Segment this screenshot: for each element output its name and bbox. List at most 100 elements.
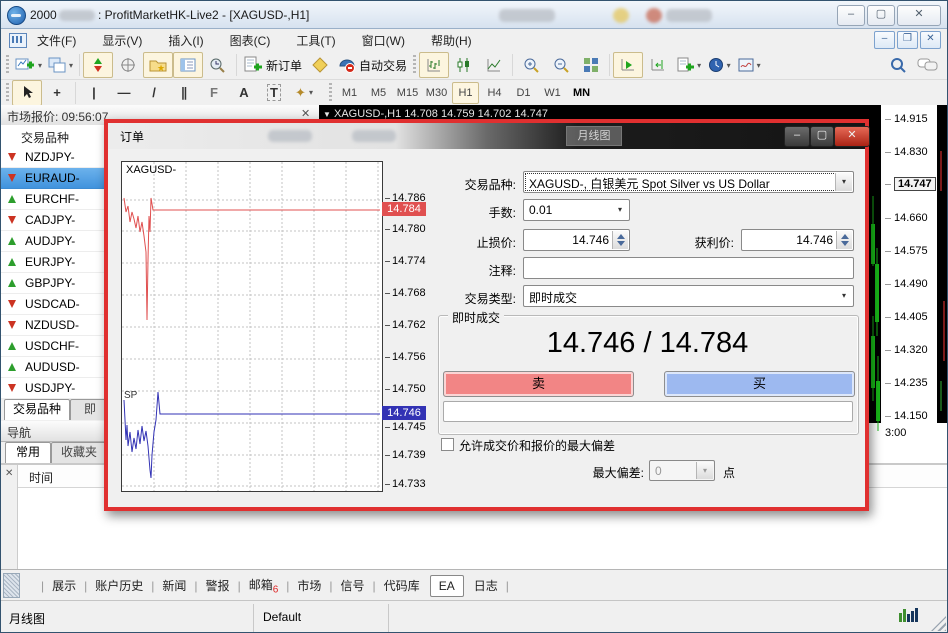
timeframe-mn[interactable]: MN: [568, 82, 595, 104]
menu-window[interactable]: 窗口(W): [362, 32, 405, 49]
panel-grip[interactable]: [3, 573, 20, 598]
mdi-close-button[interactable]: ✕: [920, 31, 941, 49]
minimize-button[interactable]: –: [837, 5, 865, 26]
close-button[interactable]: ✕: [897, 5, 941, 26]
symbol-label: EURCHF-: [25, 192, 79, 206]
spinner-icon[interactable]: [612, 231, 628, 249]
periods-button[interactable]: ▾: [704, 52, 734, 78]
comment-input[interactable]: [523, 257, 854, 279]
data-window-button[interactable]: [113, 52, 143, 78]
resize-grip[interactable]: [931, 616, 946, 631]
chart-shift-button[interactable]: [643, 52, 673, 78]
vertical-line-button[interactable]: |: [79, 80, 109, 106]
text-label-button[interactable]: T: [259, 80, 289, 106]
takeprofit-input[interactable]: 14.746: [741, 229, 854, 251]
bar-chart-button[interactable]: [419, 52, 449, 78]
new-order-button[interactable]: 新订单: [240, 52, 305, 78]
tab-journal[interactable]: 日志: [466, 574, 506, 597]
spinner-icon[interactable]: [836, 231, 852, 249]
tab-symbols[interactable]: 交易品种: [4, 399, 70, 420]
maximize-button[interactable]: ▢: [867, 5, 895, 26]
toolbar-grip[interactable]: [6, 55, 9, 75]
menu-file[interactable]: 文件(F): [37, 32, 76, 49]
strategy-tester-button[interactable]: [203, 52, 233, 78]
menu-insert[interactable]: 插入(I): [168, 32, 203, 49]
volume-select[interactable]: 0.01 ▾: [523, 199, 630, 221]
timeframe-d1[interactable]: D1: [510, 82, 537, 104]
stoploss-input[interactable]: 14.746: [523, 229, 630, 251]
dialog-maximize-button[interactable]: ▢: [810, 126, 834, 147]
menu-view[interactable]: 显示(V): [102, 32, 142, 49]
profiles-button[interactable]: ▾: [45, 52, 76, 78]
fibonacci-button[interactable]: F: [199, 80, 229, 106]
line-chart-button[interactable]: [479, 52, 509, 78]
zoom-in-button[interactable]: [516, 52, 546, 78]
metaeditor-button[interactable]: [305, 52, 335, 78]
menu-charts[interactable]: 图表(C): [230, 32, 271, 49]
tab-news[interactable]: 新闻: [154, 574, 194, 597]
toolbar-grip[interactable]: [329, 83, 332, 103]
timeframe-h1[interactable]: H1: [452, 82, 479, 104]
chart-collapse-icon[interactable]: ▼: [323, 110, 331, 119]
market-watch-button[interactable]: [83, 52, 113, 78]
tab-favorites[interactable]: 收藏夹: [51, 442, 107, 463]
tab-trade[interactable]: [25, 583, 41, 589]
tab-common[interactable]: 常用: [5, 442, 51, 463]
sell-button[interactable]: 卖: [443, 371, 634, 397]
timeframe-m5[interactable]: M5: [365, 82, 392, 104]
tab-market[interactable]: 市场: [289, 574, 329, 597]
trendline-button[interactable]: /: [139, 80, 169, 106]
tile-windows-button[interactable]: [576, 52, 606, 78]
toolbar-grip[interactable]: [6, 83, 9, 103]
terminal-button[interactable]: [173, 52, 203, 78]
candlestick-chart-button[interactable]: [449, 52, 479, 78]
timeframe-w1[interactable]: W1: [539, 82, 566, 104]
chart-menu-icon[interactable]: [9, 33, 27, 48]
close-icon[interactable]: ✕: [5, 468, 13, 479]
order-type-select[interactable]: 即时成交 ▾: [523, 285, 854, 307]
menu-help[interactable]: 帮助(H): [431, 32, 472, 49]
mdi-restore-button[interactable]: ❐: [897, 31, 918, 49]
chevron-down-icon[interactable]: ▾: [836, 287, 852, 305]
symbol-select[interactable]: XAGUSD-, 白银美元 Spot Silver vs US Dollar ▾: [523, 171, 854, 193]
menu-tools[interactable]: 工具(T): [296, 32, 335, 49]
cursor-button[interactable]: [12, 80, 42, 106]
navigator-button[interactable]: ★: [143, 52, 173, 78]
dialog-close-button[interactable]: ✕: [834, 126, 870, 147]
tab-ea[interactable]: EA: [430, 575, 464, 597]
dialog-title-bar[interactable]: 订单 月线图 – ▢ ✕: [108, 123, 865, 149]
new-chart-button[interactable]: ▾: [12, 52, 45, 78]
timeframe-h4[interactable]: H4: [481, 82, 508, 104]
toolbar-grip[interactable]: [413, 55, 416, 75]
tab-account-history[interactable]: 账户历史: [87, 574, 151, 597]
tab-mailbox[interactable]: 邮箱6: [241, 573, 287, 598]
status-profile[interactable]: Default: [263, 610, 301, 624]
channel-button[interactable]: ∥: [169, 80, 199, 106]
auto-scroll-button[interactable]: [613, 52, 643, 78]
chevron-down-icon[interactable]: ▾: [612, 201, 628, 219]
horizontal-line-button[interactable]: —: [109, 80, 139, 106]
timeframe-m30[interactable]: M30: [423, 82, 450, 104]
deviation-checkbox[interactable]: [441, 438, 454, 451]
crosshair-button[interactable]: +: [42, 80, 72, 106]
tab-exposure[interactable]: 展示: [44, 574, 84, 597]
templates-button[interactable]: ▾: [734, 52, 764, 78]
text-button[interactable]: A: [229, 80, 259, 106]
indicators-button[interactable]: ▾: [673, 52, 704, 78]
arrows-button[interactable]: ✦ ▾: [289, 80, 319, 106]
timeframe-m15[interactable]: M15: [394, 82, 421, 104]
autotrading-button[interactable]: 自动交易: [335, 52, 410, 78]
zoom-out-button[interactable]: [546, 52, 576, 78]
chevron-down-icon[interactable]: ▾: [835, 173, 852, 191]
tab-code-base[interactable]: 代码库: [376, 574, 428, 597]
timeframe-m1[interactable]: M1: [336, 82, 363, 104]
takeprofit-value: 14.746: [796, 233, 833, 247]
deviation-checkbox-label[interactable]: 允许成交价和报价的最大偏差: [459, 437, 615, 454]
search-button[interactable]: [883, 52, 913, 78]
tab-signals[interactable]: 信号: [333, 574, 373, 597]
tab-alerts[interactable]: 警报: [198, 574, 238, 597]
mdi-minimize-button[interactable]: –: [874, 31, 895, 49]
dialog-minimize-button[interactable]: –: [784, 126, 810, 147]
buy-button[interactable]: 买: [664, 371, 855, 397]
chat-button[interactable]: [913, 52, 943, 78]
